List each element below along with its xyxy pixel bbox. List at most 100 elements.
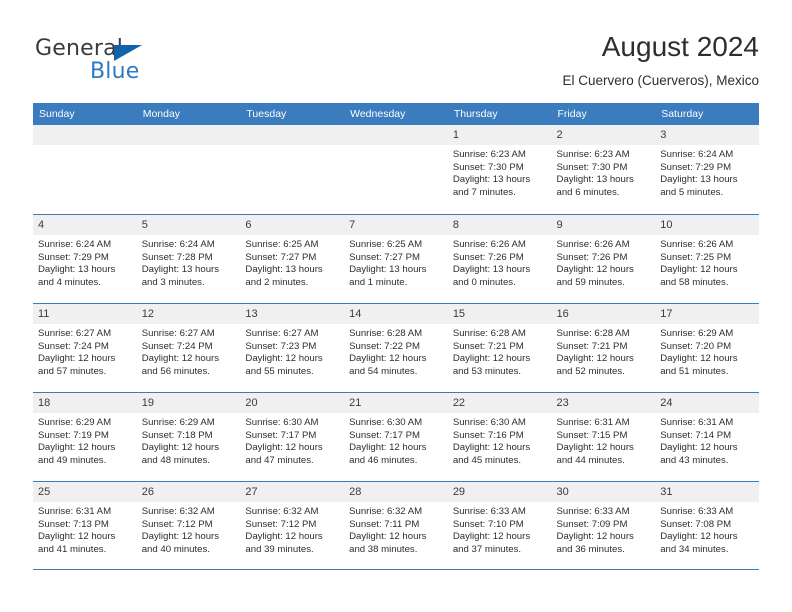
day-number: 7 <box>349 219 356 231</box>
day-number: 14 <box>349 308 362 320</box>
day-number-band: 30 <box>551 482 656 502</box>
calendar-day-cell[interactable]: 1 Sunrise: 6:23 AM Sunset: 7:30 PM Daylight… <box>447 125 552 214</box>
calendar-day-cell[interactable]: 21 Sunrise: 6:30 AM Sunset: 7:17 PM Dayligh… <box>344 393 448 481</box>
day-details: Sunrise: 6:31 AM Sunset: 7:14 PM Daylight:… <box>655 413 759 467</box>
calendar-day-cell[interactable]: 28 Sunrise: 6:32 AM Sunset: 7:11 PM Dayligh… <box>344 482 448 569</box>
daylight-text-cont: and 55 minutes. <box>245 365 314 377</box>
calendar-day-cell[interactable]: 15 Sunrise: 6:28 AM Sunset: 7:21 PM Dayligh… <box>447 304 552 392</box>
day-number-band: 12 <box>136 304 241 324</box>
day-number-band: 17 <box>655 304 759 324</box>
calendar-day-cell[interactable]: 29 Sunrise: 6:33 AM Sunset: 7:10 PM Dayligh… <box>447 482 552 569</box>
day-number-band: 21 <box>344 393 448 413</box>
day-details: Sunrise: 6:23 AM Sunset: 7:30 PM Daylight:… <box>448 145 552 199</box>
daylight-text: Daylight: 12 hours <box>556 442 634 454</box>
page-subtitle: El Cuervero (Cuerveros), Mexico <box>562 73 759 88</box>
day-number-band: 6 <box>240 215 345 235</box>
calendar-day-cell[interactable]: 10 Sunrise: 6:26 AM Sunset: 7:25 PM Dayligh… <box>655 215 759 303</box>
daylight-text-cont: and 5 minutes. <box>660 186 724 198</box>
daylight-text: Daylight: 12 hours <box>556 264 634 276</box>
day-details: Sunrise: 6:26 AM Sunset: 7:25 PM Daylight:… <box>655 235 759 289</box>
day-number-band: 13 <box>240 304 345 324</box>
day-number-band: 10 <box>655 215 759 235</box>
weekday-header-friday: Friday <box>557 108 587 120</box>
calendar-day-cell[interactable]: 27 Sunrise: 6:32 AM Sunset: 7:12 PM Dayligh… <box>240 482 345 569</box>
general-blue-logo[interactable]: General Blue <box>35 36 235 88</box>
calendar-day-cell[interactable]: 19 Sunrise: 6:29 AM Sunset: 7:18 PM Dayligh… <box>136 393 241 481</box>
calendar-week-row: 11 Sunrise: 6:27 AM Sunset: 7:24 PM Dayligh… <box>33 303 759 392</box>
sunset-text: Sunset: 7:24 PM <box>141 340 213 352</box>
sunrise-text: Sunrise: 6:26 AM <box>556 239 630 250</box>
sunset-text: Sunset: 7:26 PM <box>556 251 628 263</box>
calendar-day-cell[interactable]: 13 Sunrise: 6:27 AM Sunset: 7:23 PM Dayligh… <box>240 304 345 392</box>
weekday-header-wednesday: Wednesday <box>350 108 406 120</box>
calendar-day-cell[interactable]: 5 Sunrise: 6:24 AM Sunset: 7:28 PM Daylight… <box>136 215 241 303</box>
calendar-day-cell[interactable]: 2 Sunrise: 6:23 AM Sunset: 7:30 PM Daylight… <box>551 125 656 214</box>
day-details: Sunrise: 6:25 AM Sunset: 7:27 PM Daylight:… <box>240 235 344 289</box>
daylight-text: Daylight: 12 hours <box>245 353 323 365</box>
sunset-text: Sunset: 7:12 PM <box>245 518 317 530</box>
day-number-band: 26 <box>136 482 241 502</box>
calendar-day-cell[interactable]: 3 Sunrise: 6:24 AM Sunset: 7:29 PM Daylight… <box>655 125 759 214</box>
daylight-text-cont: and 43 minutes. <box>660 454 729 466</box>
day-number-band: 15 <box>447 304 552 324</box>
day-number-band: 11 <box>33 304 137 324</box>
calendar-week-row: 18 Sunrise: 6:29 AM Sunset: 7:19 PM Dayligh… <box>33 392 759 481</box>
calendar-cell-empty <box>33 125 137 214</box>
daylight-text-cont: and 3 minutes. <box>141 276 205 288</box>
sunset-text: Sunset: 7:08 PM <box>660 518 732 530</box>
daylight-text: Daylight: 12 hours <box>660 442 738 454</box>
day-number: 20 <box>245 397 258 409</box>
calendar-day-cell[interactable]: 31 Sunrise: 6:33 AM Sunset: 7:08 PM Dayligh… <box>655 482 759 569</box>
sunset-text: Sunset: 7:27 PM <box>349 251 421 263</box>
day-number-band: 3 <box>655 125 759 145</box>
calendar-day-cell[interactable]: 9 Sunrise: 6:26 AM Sunset: 7:26 PM Daylight… <box>551 215 656 303</box>
sunset-text: Sunset: 7:19 PM <box>38 429 109 441</box>
calendar-day-cell[interactable]: 24 Sunrise: 6:31 AM Sunset: 7:14 PM Dayligh… <box>655 393 759 481</box>
day-details: Sunrise: 6:27 AM Sunset: 7:24 PM Daylight:… <box>33 324 137 378</box>
daylight-text-cont: and 1 minute. <box>349 276 408 288</box>
title-block: August 2024 El Cuervero (Cuerveros), Mex… <box>562 30 759 89</box>
day-details <box>344 145 448 149</box>
calendar-day-cell[interactable]: 22 Sunrise: 6:30 AM Sunset: 7:16 PM Dayligh… <box>447 393 552 481</box>
calendar-day-cell[interactable]: 4 Sunrise: 6:24 AM Sunset: 7:29 PM Daylight… <box>33 215 137 303</box>
sunset-text: Sunset: 7:20 PM <box>660 340 732 352</box>
calendar-day-cell[interactable]: 23 Sunrise: 6:31 AM Sunset: 7:15 PM Dayligh… <box>551 393 656 481</box>
calendar-day-cell[interactable]: 30 Sunrise: 6:33 AM Sunset: 7:09 PM Dayligh… <box>551 482 656 569</box>
daylight-text-cont: and 6 minutes. <box>556 186 620 198</box>
calendar-day-cell[interactable]: 25 Sunrise: 6:31 AM Sunset: 7:13 PM Dayligh… <box>33 482 137 569</box>
sunrise-text: Sunrise: 6:31 AM <box>660 417 734 428</box>
day-number: 24 <box>660 397 673 409</box>
day-number: 21 <box>349 397 362 409</box>
calendar-week-row: 25 Sunrise: 6:31 AM Sunset: 7:13 PM Dayligh… <box>33 481 759 570</box>
calendar-day-cell[interactable]: 16 Sunrise: 6:28 AM Sunset: 7:21 PM Dayligh… <box>551 304 656 392</box>
calendar-day-cell[interactable]: 12 Sunrise: 6:27 AM Sunset: 7:24 PM Dayligh… <box>136 304 241 392</box>
day-number: 2 <box>556 129 563 141</box>
day-details: Sunrise: 6:26 AM Sunset: 7:26 PM Daylight:… <box>448 235 552 289</box>
day-number: 11 <box>38 308 50 320</box>
day-number: 1 <box>452 129 459 141</box>
calendar-day-cell[interactable]: 20 Sunrise: 6:30 AM Sunset: 7:17 PM Dayligh… <box>240 393 345 481</box>
calendar-day-cell[interactable]: 26 Sunrise: 6:32 AM Sunset: 7:12 PM Dayligh… <box>136 482 241 569</box>
daylight-text: Daylight: 13 hours <box>245 264 323 276</box>
sunset-text: Sunset: 7:16 PM <box>452 429 524 441</box>
calendar-day-cell[interactable]: 17 Sunrise: 6:29 AM Sunset: 7:20 PM Dayligh… <box>655 304 759 392</box>
sunrise-text: Sunrise: 6:30 AM <box>245 417 319 428</box>
calendar-day-cell[interactable]: 6 Sunrise: 6:25 AM Sunset: 7:27 PM Daylight… <box>240 215 345 303</box>
daylight-text-cont: and 44 minutes. <box>556 454 625 466</box>
day-details <box>137 145 241 149</box>
daylight-text: Daylight: 12 hours <box>38 353 116 365</box>
sunset-text: Sunset: 7:18 PM <box>141 429 213 441</box>
calendar-week-row: 4 Sunrise: 6:24 AM Sunset: 7:29 PM Daylight… <box>33 214 759 303</box>
calendar-day-cell[interactable]: 7 Sunrise: 6:25 AM Sunset: 7:27 PM Daylight… <box>344 215 448 303</box>
day-details: Sunrise: 6:28 AM Sunset: 7:21 PM Daylight:… <box>448 324 552 378</box>
daylight-text: Daylight: 12 hours <box>245 442 323 454</box>
calendar-day-cell[interactable]: 8 Sunrise: 6:26 AM Sunset: 7:26 PM Daylight… <box>447 215 552 303</box>
calendar-day-cell[interactable]: 11 Sunrise: 6:27 AM Sunset: 7:24 PM Dayligh… <box>33 304 137 392</box>
day-number-band: 16 <box>551 304 656 324</box>
day-number-band: 4 <box>33 215 137 235</box>
day-number: 17 <box>660 308 673 320</box>
calendar-day-cell[interactable]: 14 Sunrise: 6:28 AM Sunset: 7:22 PM Dayligh… <box>344 304 448 392</box>
calendar-day-cell[interactable]: 18 Sunrise: 6:29 AM Sunset: 7:19 PM Dayligh… <box>33 393 137 481</box>
day-number: 13 <box>245 308 258 320</box>
daylight-text-cont: and 46 minutes. <box>349 454 418 466</box>
